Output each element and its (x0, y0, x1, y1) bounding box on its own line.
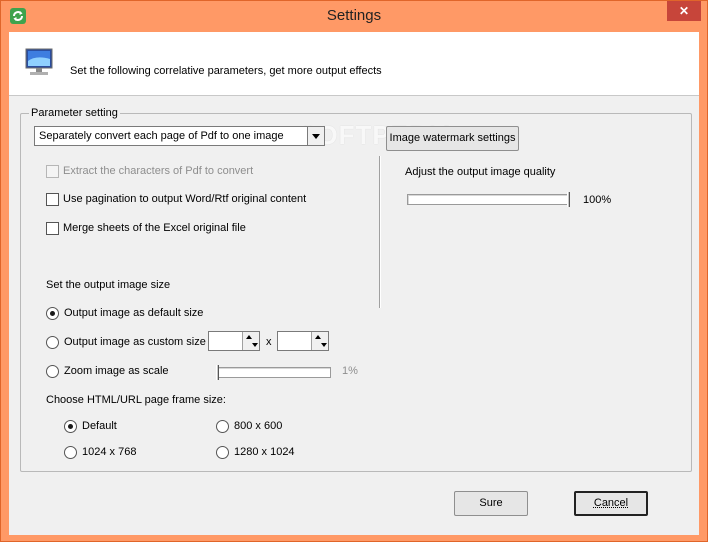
settings-window: Settings ✕ Set the following correlative… (0, 0, 708, 542)
zoom-scale-slider[interactable] (216, 365, 331, 380)
window-title: Settings (326, 7, 382, 24)
quality-slider-thumb[interactable] (567, 192, 570, 207)
quality-value: 100% (583, 194, 612, 206)
times-label: x (266, 336, 272, 348)
default-size-label: Output image as default size (64, 307, 204, 319)
chevron-down-icon[interactable] (307, 127, 324, 145)
pagination-label: Use pagination to output Word/Rtf origin… (63, 193, 307, 205)
frame-default-radio[interactable] (64, 420, 77, 433)
quality-slider[interactable] (407, 192, 570, 207)
custom-width-spinner[interactable] (208, 331, 260, 351)
zoom-scale-label: Zoom image as scale (64, 365, 169, 377)
frame-1280x1024-radio[interactable] (216, 446, 229, 459)
custom-size-radio[interactable] (46, 336, 59, 349)
title-bar[interactable]: Settings ✕ (1, 1, 707, 33)
monitor-icon (25, 48, 53, 75)
close-button[interactable]: ✕ (667, 1, 701, 21)
dialog-body: Set the following correlative parameters… (9, 32, 699, 535)
sure-button-label: Sure (479, 497, 503, 509)
zoom-scale-radio[interactable] (46, 365, 59, 378)
frame-1024x768-radio[interactable] (64, 446, 77, 459)
header-band: Set the following correlative parameters… (9, 32, 699, 96)
header-description: Set the following correlative parameters… (70, 65, 382, 77)
cancel-button[interactable]: Cancel (574, 491, 648, 516)
zoom-scale-slider-thumb[interactable] (216, 365, 219, 380)
image-watermark-button[interactable]: Image watermark settings (386, 126, 519, 151)
extract-characters-checkbox[interactable] (46, 165, 59, 178)
image-watermark-button-label: Image watermark settings (389, 132, 516, 144)
extract-characters-label: Extract the characters of Pdf to convert (63, 165, 254, 177)
spin-arrows-icon[interactable] (311, 332, 328, 350)
custom-height-spinner[interactable] (277, 331, 329, 351)
frame-1280x1024-label: 1280 x 1024 (234, 446, 295, 458)
sure-button[interactable]: Sure (454, 491, 528, 516)
cancel-button-label: Cancel (593, 497, 629, 509)
frame-default-label: Default (82, 420, 117, 432)
frame-800x600-label: 800 x 600 (234, 420, 283, 432)
convert-mode-select[interactable]: Separately convert each page of Pdf to o… (34, 126, 325, 146)
convert-mode-value: Separately convert each page of Pdf to o… (39, 130, 284, 142)
frame-800x600-radio[interactable] (216, 420, 229, 433)
default-size-radio[interactable] (46, 307, 59, 320)
group-legend: Parameter setting (29, 107, 120, 119)
pagination-checkbox[interactable] (46, 193, 59, 206)
spin-arrows-icon[interactable] (242, 332, 259, 350)
merge-excel-checkbox[interactable] (46, 222, 59, 235)
frame-size-heading: Choose HTML/URL page frame size: (46, 394, 226, 406)
column-divider (379, 156, 381, 308)
merge-excel-label: Merge sheets of the Excel original file (63, 222, 246, 234)
custom-size-label: Output image as custom size (64, 336, 206, 348)
zoom-scale-value: 1% (342, 365, 358, 377)
frame-1024x768-label: 1024 x 768 (82, 446, 137, 458)
output-size-heading: Set the output image size (46, 279, 171, 291)
quality-label: Adjust the output image quality (405, 166, 556, 178)
close-icon: ✕ (678, 4, 690, 18)
